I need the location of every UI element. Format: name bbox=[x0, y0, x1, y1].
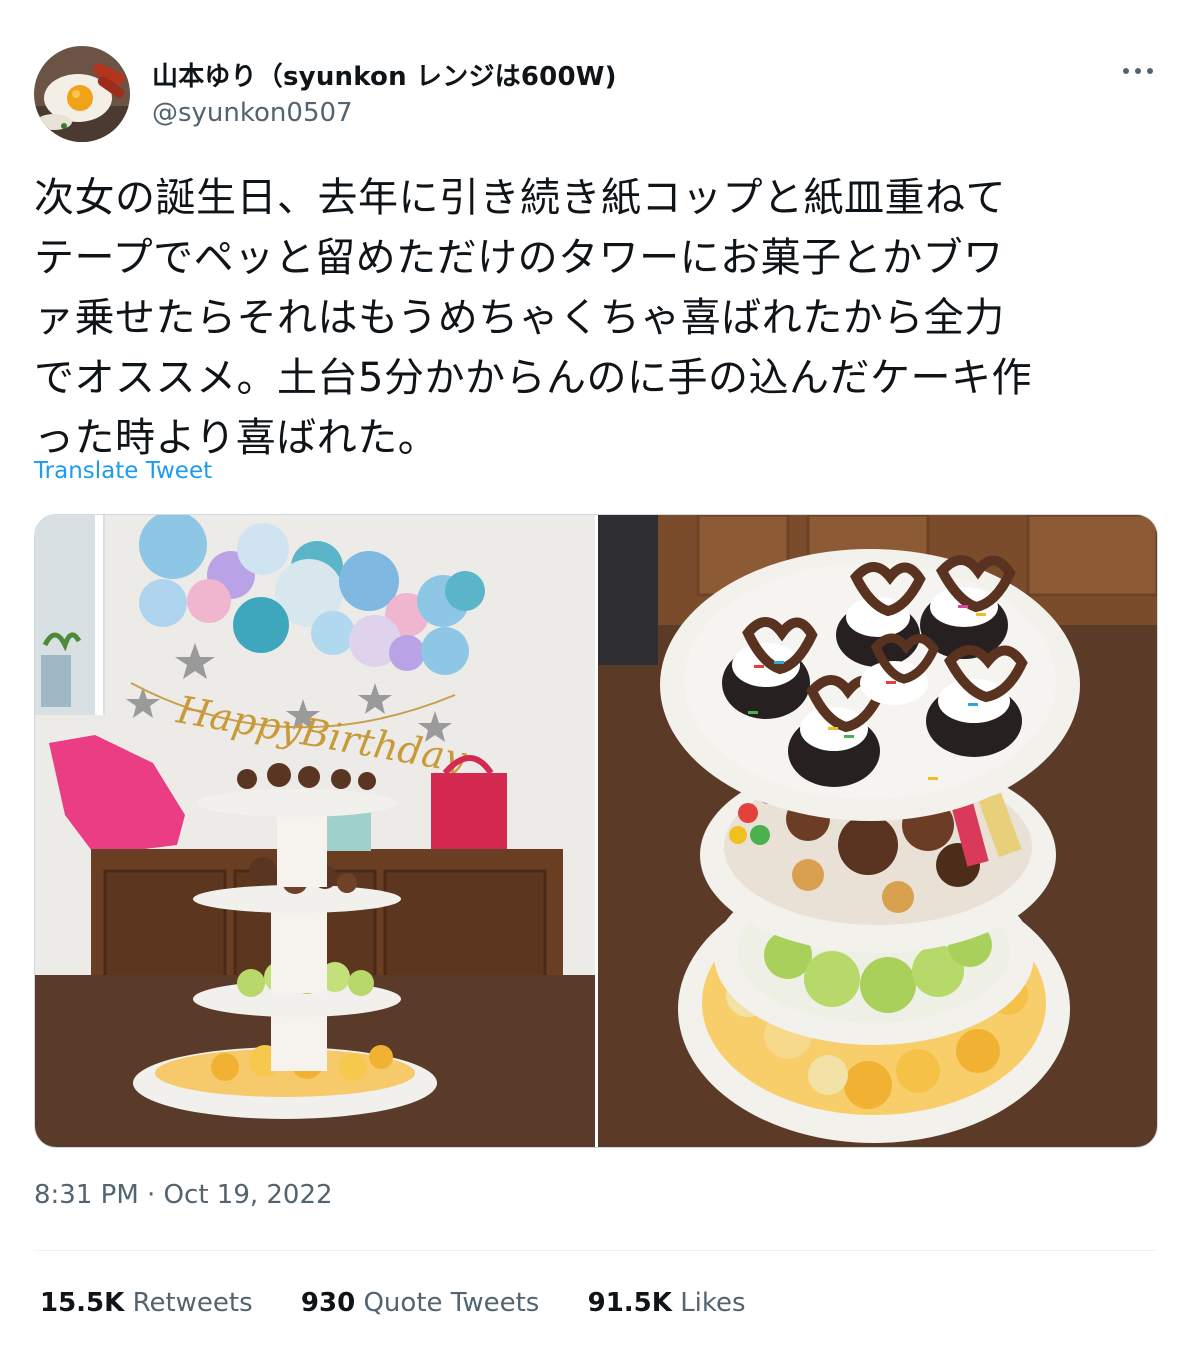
retweets-label: Retweets bbox=[132, 1288, 253, 1318]
avatar[interactable] bbox=[34, 46, 130, 142]
divider bbox=[34, 1250, 1156, 1251]
tweet-stats: 15.5K Retweets 930 Quote Tweets 91.5K Li… bbox=[40, 1288, 786, 1318]
tweet-text: 次女の誕生日、去年に引き続き紙コップと紙皿重ねて テープでペッと留めただけのタワ… bbox=[34, 175, 1032, 461]
photo-party-scene[interactable]: HappyBirthday bbox=[35, 515, 595, 1147]
tweet-timestamp[interactable]: 8:31 PM · Oct 19, 2022 bbox=[34, 1180, 333, 1210]
likes-stat[interactable]: 91.5K Likes bbox=[588, 1288, 746, 1318]
display-name[interactable]: 山本ゆり（syunkon レンジは600W) bbox=[152, 56, 617, 93]
likes-count: 91.5K bbox=[587, 1288, 672, 1318]
photo-tower-closeup[interactable] bbox=[598, 515, 1157, 1147]
more-horizontal-icon bbox=[1123, 68, 1153, 74]
more-options-button[interactable] bbox=[1118, 56, 1158, 86]
quote-tweets-stat[interactable]: 930 Quote Tweets bbox=[301, 1288, 539, 1318]
retweets-stat[interactable]: 15.5K Retweets bbox=[40, 1288, 253, 1318]
media-grid: HappyBirthday bbox=[34, 514, 1158, 1148]
quote-tweets-count: 930 bbox=[300, 1288, 356, 1318]
quote-tweets-label: Quote Tweets bbox=[363, 1288, 540, 1318]
tweet: 山本ゆり（syunkon レンジは600W) @syunkon0507 次女の誕… bbox=[0, 0, 1200, 1350]
retweets-count: 15.5K bbox=[40, 1288, 125, 1318]
user-handle[interactable]: @syunkon0507 bbox=[152, 98, 353, 128]
likes-label: Likes bbox=[680, 1288, 746, 1318]
translate-tweet-link[interactable]: Translate Tweet bbox=[34, 458, 212, 484]
